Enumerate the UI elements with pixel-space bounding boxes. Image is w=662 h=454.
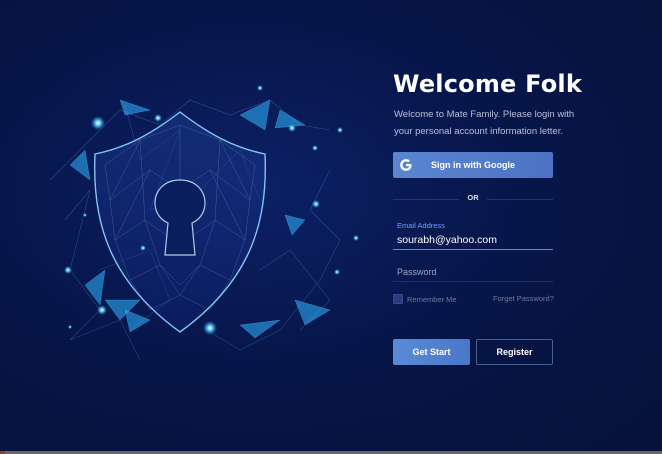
page-subtitle: Welcome to Mate Family. Please login wit… (394, 109, 575, 137)
shield-icon (93, 111, 267, 333)
get-start-button[interactable]: Get Start (393, 339, 470, 365)
register-button[interactable]: Register (476, 339, 553, 365)
google-signin-label: Sign in with Google (431, 160, 515, 170)
or-text: OR (467, 193, 479, 202)
or-divider: OR (393, 193, 553, 205)
password-field (393, 262, 553, 282)
forgot-password-link[interactable]: Forget Password? (493, 294, 554, 303)
security-shield-illustration (49, 85, 359, 361)
email-field: Email Address (393, 221, 553, 250)
page-title: Welcome Folk (393, 70, 582, 98)
remember-me-checkbox[interactable]: Remember Me (393, 294, 457, 304)
google-g-icon (393, 152, 419, 178)
password-input[interactable] (393, 267, 547, 277)
checkbox-box[interactable] (393, 294, 403, 304)
email-input[interactable] (393, 234, 547, 246)
divider-line-right (487, 199, 553, 200)
google-signin-button[interactable]: Sign in with Google (393, 152, 553, 178)
remember-me-label: Remember Me (407, 294, 457, 304)
email-label: Email Address (397, 221, 445, 230)
